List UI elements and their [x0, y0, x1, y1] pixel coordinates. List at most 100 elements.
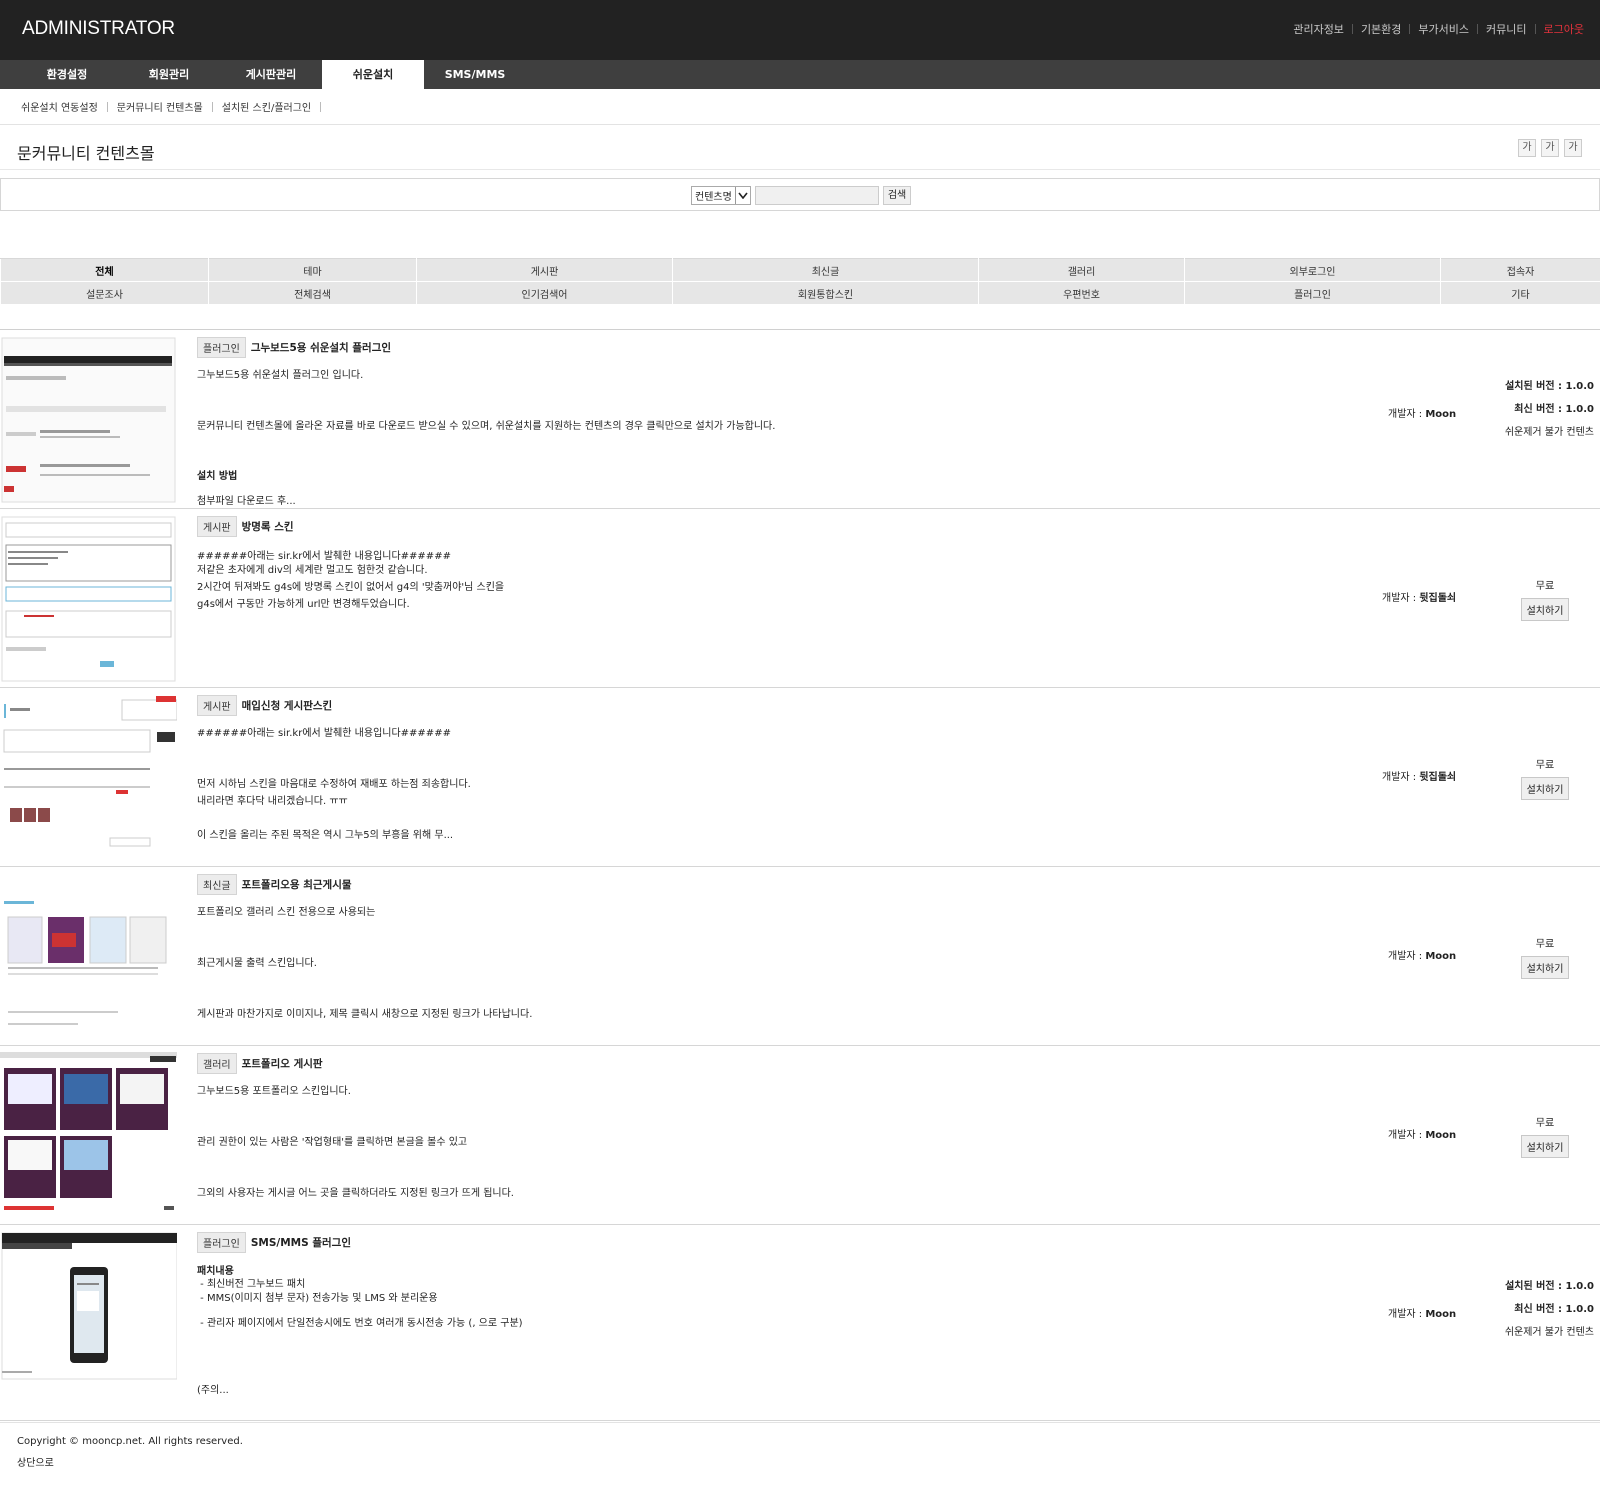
- gnb-sms[interactable]: SMS/MMS: [424, 60, 526, 89]
- extra-service-link[interactable]: 부가서비스: [1418, 21, 1469, 37]
- community-link[interactable]: 커뮤니티: [1486, 21, 1526, 37]
- developer-name: 뒷집돌쇠: [1419, 593, 1457, 604]
- developer-label: 개발자 :: [1388, 1309, 1426, 1320]
- developer-label: 개발자 :: [1388, 409, 1426, 420]
- category-badge: 게시판: [197, 694, 237, 716]
- category-table: 전체 테마 게시판 최신글 갤러리 외부로그인 접속자 설문조사 전체검색 인기…: [0, 258, 1600, 305]
- cat-visitor[interactable]: 접속자: [1440, 258, 1600, 282]
- cat-social-login[interactable]: 외부로그인: [1184, 258, 1441, 282]
- category-badge: 플러그인: [197, 1231, 246, 1253]
- font-large-button[interactable]: 가: [1564, 139, 1582, 157]
- item-desc-line: 첨부파일 다운로드 후...: [197, 496, 296, 507]
- cat-etc[interactable]: 기타: [1440, 281, 1600, 305]
- item-desc-line: 문커뮤니티 컨텐츠몰에 올라온 자료를 바로 다운로드 받으실 수 있으며, 쉬…: [197, 421, 776, 432]
- cat-latest[interactable]: 최신글: [672, 258, 979, 282]
- price-label: 무료: [1535, 1118, 1555, 1129]
- item-desc-line: 그외의 사용자는 게시글 어느 곳을 클릭하더라도 지정된 링크가 뜨게 됩니다…: [197, 1188, 514, 1199]
- item-title[interactable]: 포트폴리오 게시판: [242, 1056, 323, 1071]
- developer-label: 개발자 :: [1388, 951, 1426, 962]
- uninstall-note: 쉬운제거 불가 컨텐츠: [1504, 427, 1594, 438]
- install-button[interactable]: 설치하기: [1520, 1135, 1570, 1158]
- item-desc-line: ######아래는 sir.kr에서 발췌한 내용입니다######: [197, 728, 451, 739]
- installed-version: 설치된 버전 : 1.0.0: [1505, 381, 1594, 392]
- developer-label: 개발자 :: [1388, 1130, 1426, 1141]
- developer-info: 개발자 : 뒷집돌쇠: [1382, 768, 1456, 783]
- gnb-member[interactable]: 회원관리: [118, 60, 220, 89]
- category-badge: 최신글: [197, 873, 237, 895]
- search-input[interactable]: [754, 186, 879, 205]
- item-desc-line: 설치 방법: [197, 471, 238, 482]
- category-badge: 갤러리: [197, 1052, 237, 1074]
- item-desc-line: 2시간여 뒤져봐도 g4s에 방명록 스킨이 없어서 g4의 '맞춤꺼야'님 스…: [197, 582, 505, 593]
- item-title[interactable]: 방명록 스킨: [242, 519, 294, 534]
- list-item: 플러그인 그누보드5용 쉬운설치 플러그인 그누보드5용 쉬운설치 플러그인 입니…: [0, 330, 1600, 509]
- item-title[interactable]: 매입신청 게시판스킨: [242, 698, 333, 713]
- latest-version: 최신 버전 : 1.0.0: [1514, 1304, 1594, 1315]
- item-desc-line: g4s에서 구동만 가능하게 url만 변경해두었습니다.: [197, 599, 410, 610]
- cat-board[interactable]: 게시판: [416, 258, 673, 282]
- item-thumbnail[interactable]: [0, 515, 177, 683]
- font-size-controls: 가 가 가: [1518, 139, 1582, 157]
- cat-search[interactable]: 전체검색: [208, 281, 417, 305]
- site-logo[interactable]: ADMINISTRATOR: [22, 18, 175, 40]
- item-desc-line: 최근게시물 출력 스킨입니다.: [197, 958, 317, 969]
- item-desc-line: - 최신버전 그누보드 패치: [197, 1279, 306, 1290]
- install-box: 무료 설치하기: [1490, 756, 1600, 800]
- category-badge: 게시판: [197, 515, 237, 537]
- item-desc-line: ######아래는 sir.kr에서 발췌한 내용입니다######: [197, 551, 451, 562]
- snb-link-installed[interactable]: 설치된 스킨/플러그인: [222, 99, 311, 114]
- back-to-top-link[interactable]: 상단으로: [17, 1454, 54, 1469]
- developer-name: Moon: [1425, 1130, 1457, 1141]
- gnb-easy-install[interactable]: 쉬운설치: [322, 60, 424, 89]
- install-button[interactable]: 설치하기: [1520, 956, 1570, 979]
- main-nav: 환경설정 회원관리 게시판관리 쉬운설치 SMS/MMS: [0, 60, 1600, 89]
- item-thumbnail[interactable]: [0, 694, 177, 862]
- item-desc-line: 포트폴리오 갤러리 스킨 전용으로 사용되는: [197, 907, 376, 918]
- cat-postcode[interactable]: 우편번호: [978, 281, 1185, 305]
- cat-poll[interactable]: 설문조사: [0, 281, 209, 305]
- install-button[interactable]: 설치하기: [1520, 598, 1570, 621]
- item-title[interactable]: SMS/MMS 플러그인: [251, 1235, 351, 1250]
- developer-label: 개발자 :: [1382, 593, 1420, 604]
- gnb-config[interactable]: 환경설정: [16, 60, 118, 89]
- item-thumbnail[interactable]: [0, 1231, 177, 1381]
- cat-all[interactable]: 전체: [0, 258, 209, 282]
- item-desc-line: 이 스킨을 올리는 주된 목적은 역시 그누5의 부흥을 위해 무...: [197, 830, 454, 841]
- install-button[interactable]: 설치하기: [1520, 777, 1570, 800]
- item-desc-line: - MMS(이미지 첨부 문자) 전송가능 및 LMS 와 분리운용: [197, 1293, 438, 1304]
- item-thumbnail[interactable]: [0, 1052, 177, 1220]
- admin-info-link[interactable]: 관리자정보: [1293, 21, 1344, 37]
- cat-popular[interactable]: 인기검색어: [416, 281, 673, 305]
- install-box: 무료 설치하기: [1490, 577, 1600, 621]
- search-button[interactable]: 검색: [882, 186, 912, 205]
- search-box: 컨텐츠명 검색: [0, 178, 1600, 211]
- developer-info: 개발자 : Moon: [1388, 947, 1456, 962]
- basic-config-link[interactable]: 기본환경: [1361, 21, 1401, 37]
- item-desc-line: - 관리자 페이지에서 단일전송시에도 번호 여러개 동시전송 가능 (, 으로…: [197, 1318, 523, 1329]
- content-list: 플러그인 그누보드5용 쉬운설치 플러그인 그누보드5용 쉬운설치 플러그인 입니…: [0, 329, 1600, 1421]
- item-thumbnail[interactable]: [0, 336, 177, 504]
- snb-link-settings[interactable]: 쉬운설치 연동설정: [21, 99, 98, 114]
- cat-gallery[interactable]: 갤러리: [978, 258, 1185, 282]
- gnb-board[interactable]: 게시판관리: [220, 60, 322, 89]
- item-desc-line: 관리 권한이 있는 사람은 '작업형태'를 클릭하면 본글을 볼수 있고: [197, 1137, 468, 1148]
- item-title[interactable]: 포트폴리오용 최근게시물: [242, 877, 352, 892]
- developer-info: 개발자 : 뒷집돌쇠: [1382, 589, 1456, 604]
- item-desc-line: 그누보드5용 쉬운설치 플러그인 입니다.: [197, 370, 364, 381]
- font-medium-button[interactable]: 가: [1541, 139, 1559, 157]
- cat-plugin[interactable]: 플러그인: [1184, 281, 1441, 305]
- category-badge: 플러그인: [197, 336, 246, 358]
- copyright: Copyright © mooncp.net. All rights reser…: [17, 1436, 243, 1447]
- sub-nav: 쉬운설치 연동설정 문커뮤니티 컨텐츠몰 설치된 스킨/플러그인: [0, 89, 1600, 125]
- cat-theme[interactable]: 테마: [208, 258, 417, 282]
- font-small-button[interactable]: 가: [1518, 139, 1536, 157]
- item-desc-line: 그누보드5용 포트폴리오 스킨입니다.: [197, 1086, 351, 1097]
- snb-link-contents-mall[interactable]: 문커뮤니티 컨텐츠몰: [117, 99, 203, 114]
- item-title[interactable]: 그누보드5용 쉬운설치 플러그인: [251, 340, 391, 355]
- item-thumbnail[interactable]: [0, 873, 177, 1041]
- developer-info: 개발자 : Moon: [1388, 1305, 1456, 1320]
- developer-name: Moon: [1425, 409, 1457, 420]
- search-field-select[interactable]: 컨텐츠명: [691, 186, 751, 205]
- logout-link[interactable]: 로그아웃: [1544, 21, 1584, 37]
- cat-member-skin[interactable]: 회원통합스킨: [672, 281, 979, 305]
